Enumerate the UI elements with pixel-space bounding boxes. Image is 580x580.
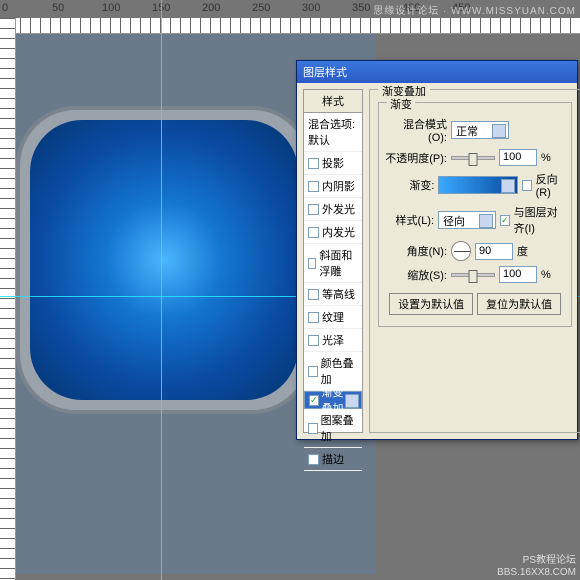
style-item-label: 颜色叠加 [321,355,358,387]
scale-input[interactable]: 100 [499,266,537,283]
style-item-label: 图案叠加 [321,412,358,444]
style-checkbox[interactable] [308,454,319,465]
style-item-label: 描边 [322,451,344,467]
ruler-horizontal[interactable] [0,18,580,34]
style-checkbox[interactable] [308,158,319,169]
style-checkbox[interactable] [308,204,319,215]
style-select[interactable]: 径向 [438,211,496,229]
style-item-7[interactable]: 光泽 [304,329,362,352]
style-item-label: 渐变叠加 [322,384,347,416]
style-item-4[interactable]: 斜面和浮雕 [304,244,362,283]
ruler-vertical[interactable] [0,18,16,580]
reset-default-button[interactable]: 复位为默认值 [477,293,561,315]
opacity-label: 不透明度(P): [385,150,447,166]
angle-dial[interactable] [451,241,471,261]
guide-vertical[interactable] [161,0,162,580]
gradient-label: 渐变: [385,177,434,193]
style-item-3[interactable]: 内发光 [304,221,362,244]
watermark-bottom-2: BBS.16XX8.COM [497,567,576,578]
style-item-label: 光泽 [322,332,344,348]
style-checkbox[interactable] [308,335,319,346]
style-item-5[interactable]: 等高线 [304,283,362,306]
style-checkbox[interactable] [308,289,319,300]
opacity-input[interactable]: 100 [499,149,537,166]
style-item-label: 纹理 [322,309,344,325]
inner-title: 渐变 [387,96,415,112]
layer-style-dialog: 图层样式 样式 混合选项:默认 投影内阴影外发光内发光斜面和浮雕等高线纹理光泽颜… [296,60,578,440]
watermark-top: 思缘设计论坛 · WWW.MISSYUAN.COM [373,2,576,17]
style-checkbox[interactable]: ✓ [309,395,319,406]
style-checkbox[interactable] [308,181,319,192]
gradient-picker[interactable] [438,176,518,194]
style-item-label: 斜面和浮雕 [319,247,358,279]
style-item-0[interactable]: 投影 [304,152,362,175]
watermark-bottom-1: PS教程论坛 [523,551,576,566]
style-item-label: 投影 [322,155,344,171]
gradient-inner-group: 渐变 混合模式(O): 正常 不透明度(P): 100 % 渐变: [378,102,572,327]
styles-header: 样式 [304,90,362,113]
angle-input[interactable]: 90 [475,243,513,260]
style-item-label: 外发光 [322,201,355,217]
pct-label: % [541,152,551,164]
style-item-11[interactable]: 描边 [304,448,362,471]
styles-list: 样式 混合选项:默认 投影内阴影外发光内发光斜面和浮雕等高线纹理光泽颜色叠加✓渐… [303,89,363,433]
reverse-label: 反向(R) [536,171,566,199]
style-checkbox[interactable] [308,258,316,269]
align-checkbox[interactable]: ✓ [500,215,510,226]
rounded-rect-shape [16,106,312,414]
align-label: 与图层对齐(I) [514,204,566,236]
style-checkbox[interactable] [308,227,319,238]
style-item-label: 内阴影 [322,178,355,194]
style-item-1[interactable]: 内阴影 [304,175,362,198]
style-item-label: 等高线 [322,286,355,302]
blend-options-default[interactable]: 混合选项:默认 [304,113,362,152]
deg-label: 度 [517,243,528,259]
opacity-slider[interactable] [451,156,495,160]
style-checkbox[interactable] [308,312,319,323]
style-label: 样式(L): [385,212,434,228]
style-item-6[interactable]: 纹理 [304,306,362,329]
scale-label: 缩放(S): [385,267,447,283]
style-item-9[interactable]: ✓渐变叠加 [304,391,362,409]
style-checkbox[interactable] [308,366,318,377]
angle-label: 角度(N): [385,243,447,259]
scale-slider[interactable] [451,273,495,277]
pct-label-2: % [541,269,551,281]
style-checkbox[interactable] [308,423,318,434]
style-item-label: 内发光 [322,224,355,240]
gradient-fill [30,120,298,400]
reverse-checkbox[interactable] [522,180,531,191]
blend-mode-select[interactable]: 正常 [451,121,509,139]
style-item-2[interactable]: 外发光 [304,198,362,221]
blend-mode-label: 混合模式(O): [385,116,447,144]
dialog-titlebar[interactable]: 图层样式 [297,61,577,83]
gradient-overlay-group: 渐变叠加 渐变 混合模式(O): 正常 不透明度(P): 100 % 渐变: [369,89,580,433]
set-default-button[interactable]: 设置为默认值 [389,293,473,315]
